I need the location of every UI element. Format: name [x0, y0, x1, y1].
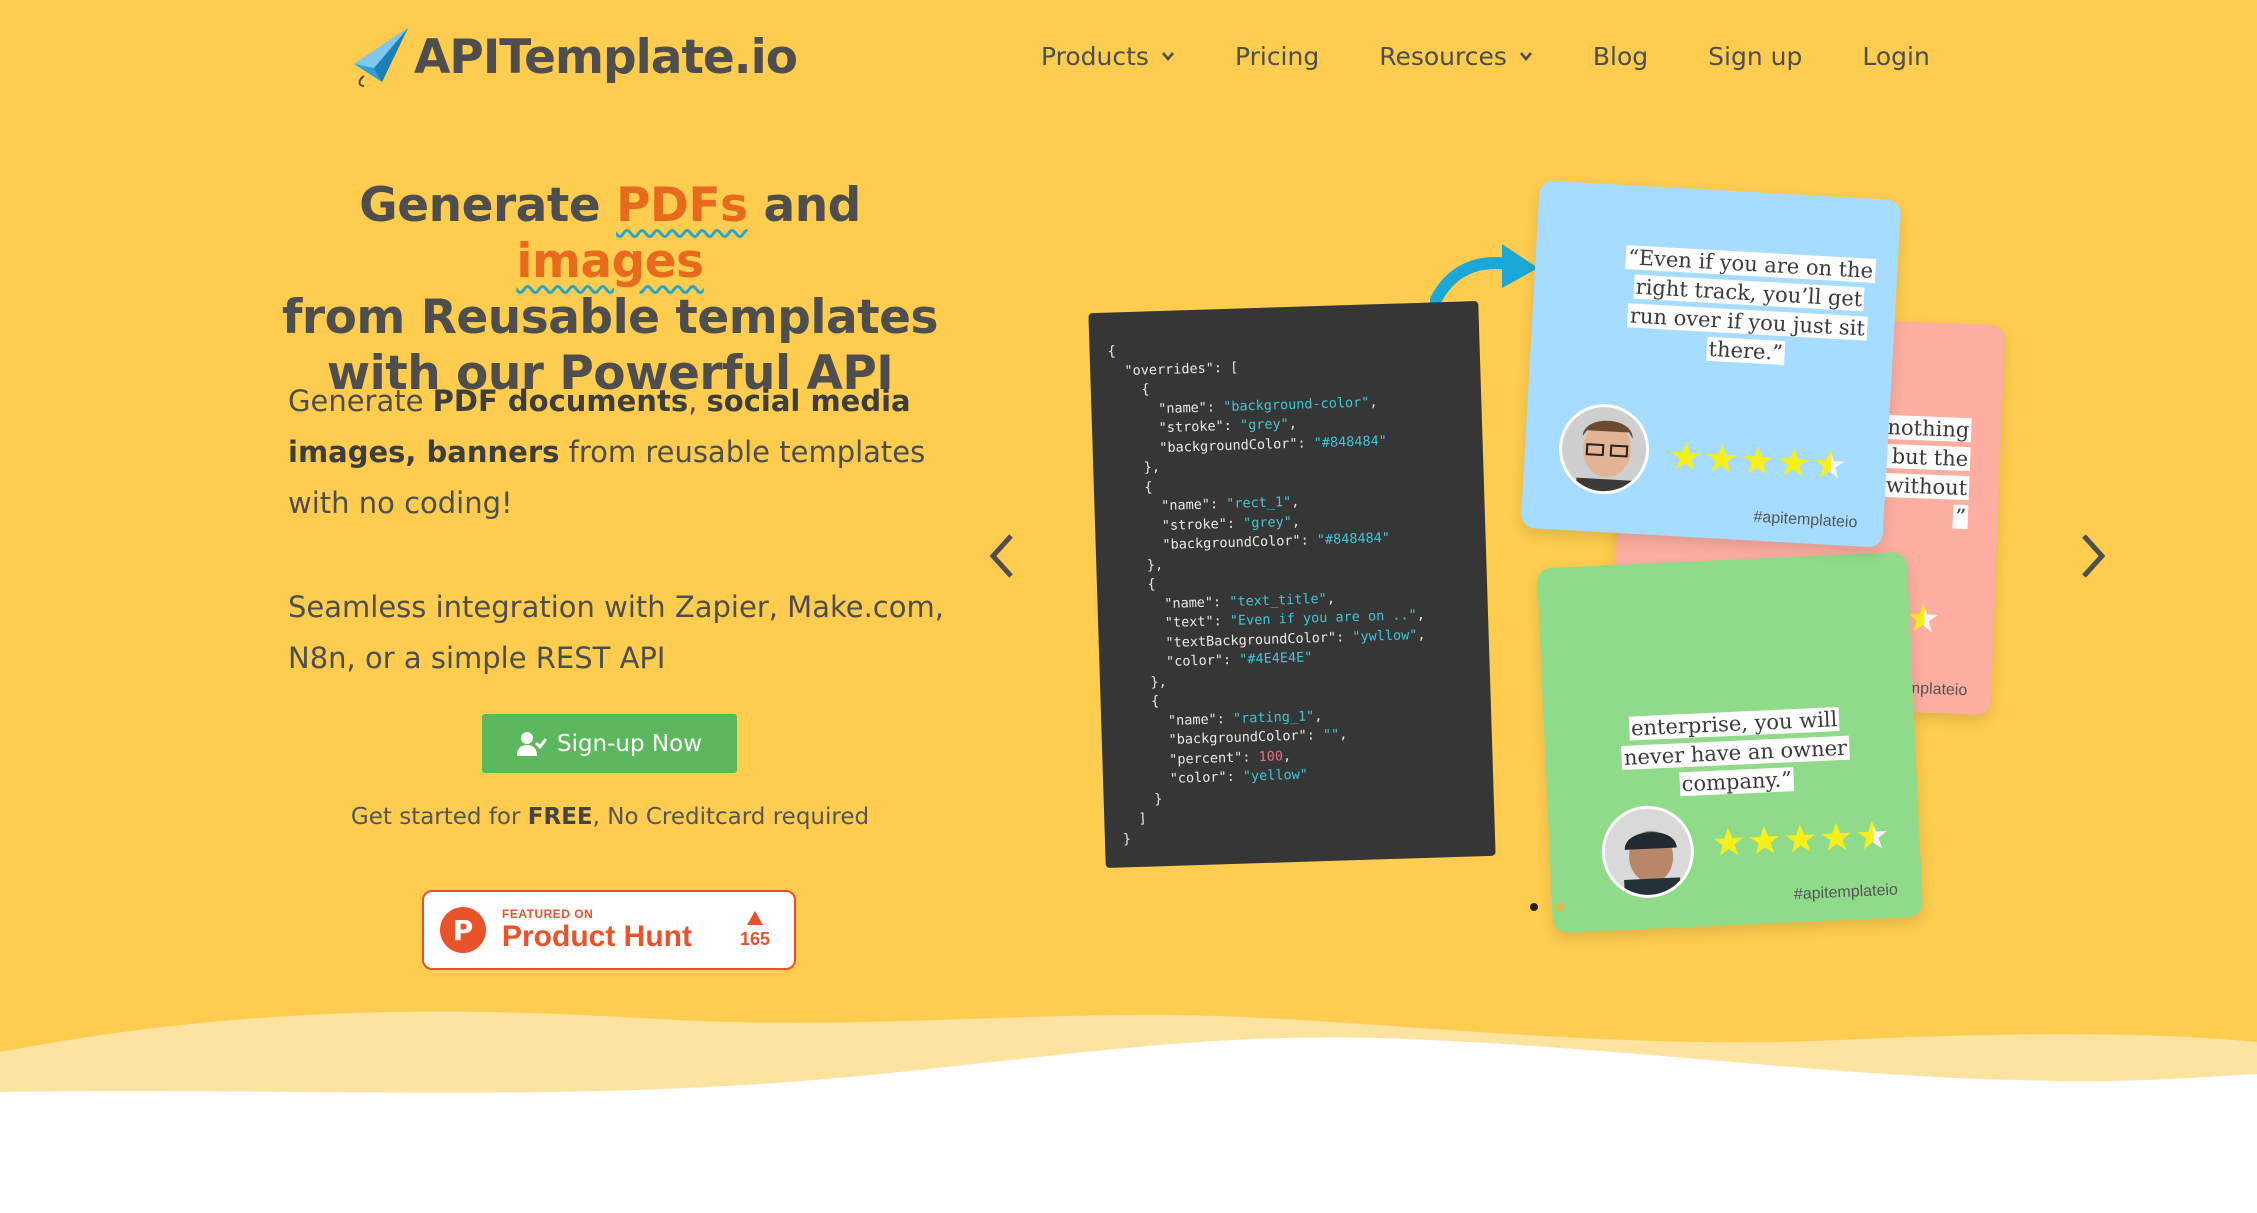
signup-now-label: Sign-up Now	[556, 730, 703, 757]
chevron-down-icon	[1161, 52, 1174, 62]
card-green-quote-line: enterprise, you will	[1628, 707, 1840, 741]
headline-text: Generate	[359, 178, 617, 233]
product-hunt-logo-icon: P	[440, 907, 486, 953]
star-icon	[1707, 444, 1737, 473]
desc-prefix: Generate	[288, 384, 433, 418]
nav-resources-label: Resources	[1379, 41, 1507, 71]
hero-section: APITemplate.io Products Pricing Resource…	[0, 0, 2257, 1213]
user-check-icon	[516, 731, 547, 756]
carousel-dot-active[interactable]	[1530, 903, 1538, 911]
nav-signup-label: Sign up	[1708, 41, 1803, 71]
curved-arrow-icon	[1430, 244, 1538, 308]
nav-signup[interactable]: Sign up	[1708, 42, 1802, 71]
carousel-dot[interactable]	[1556, 903, 1564, 911]
star-icon	[1857, 820, 1887, 850]
nav-products-label: Products	[1041, 41, 1149, 71]
nav-blog-label: Blog	[1592, 41, 1649, 71]
carousel-next-arrow[interactable]	[2072, 526, 2112, 586]
nav-login[interactable]: Login	[1862, 42, 1929, 71]
card-pink-quote-line: ”	[1952, 504, 1969, 530]
desc-comma: ,	[688, 384, 707, 418]
carousel-prev-arrow[interactable]	[983, 526, 1023, 586]
star-icon	[1908, 603, 1938, 633]
hero-description: Generate PDF documents, social media ima…	[288, 376, 948, 529]
star-icon	[1743, 446, 1773, 475]
testimonial-card-blue: “Even if you are on the right track, you…	[1520, 180, 1902, 548]
chevron-down-icon	[1519, 52, 1532, 62]
card-green-hashtag: #apitemplateio	[1793, 881, 1899, 904]
card-green-quote-line: company.”	[1679, 767, 1795, 797]
wave-divider	[0, 1011, 2257, 1120]
hero-integration-text: Seamless integration with Zapier, Make.c…	[288, 590, 944, 675]
star-icon	[1779, 448, 1809, 477]
logo-text: APITemplate.io	[414, 29, 798, 85]
card-green-quote-line: never have an owner	[1621, 735, 1850, 770]
star-icon	[1815, 450, 1845, 479]
signup-now-button[interactable]: Sign-up Now	[482, 714, 737, 773]
note-free: FREE	[527, 804, 593, 830]
star-icon	[1821, 822, 1851, 852]
rating-stars-green	[1711, 819, 1890, 859]
card-green-quote: enterprise, you will never have an owner c…	[1604, 704, 1868, 803]
product-hunt-badge[interactable]: P FEATURED ON Product Hunt 165	[422, 890, 796, 970]
card-blue-hashtag: #apitemplateio	[1752, 508, 1858, 532]
rating-stars-blue	[1668, 440, 1848, 482]
card-blue-quote-text: “Even if you are on the right track, you…	[1625, 245, 1876, 366]
nav-login-label: Login	[1862, 41, 1930, 71]
paper-plane-icon	[354, 28, 408, 87]
product-hunt-featured: FEATURED ON	[502, 907, 594, 921]
product-hunt-text: FEATURED ON Product Hunt	[502, 907, 692, 953]
signup-note: Get started for FREE, No Creditcard requ…	[300, 804, 920, 830]
product-hunt-vote-count: 165	[739, 928, 770, 949]
note-suffix: , No Creditcard required	[592, 804, 870, 830]
upvote-icon	[746, 910, 763, 925]
star-icon	[1785, 824, 1815, 853]
star-icon	[1713, 827, 1743, 856]
headline-and: and	[747, 178, 861, 233]
code-content: { "overrides": [ { "name": "background-c…	[1107, 332, 1477, 850]
nav-blog[interactable]: Blog	[1593, 42, 1648, 71]
note-prefix: Get started for	[350, 804, 528, 830]
avatar-man-glasses	[1556, 401, 1652, 497]
testimonial-card-green: enterprise, you will never have an owner c…	[1536, 551, 1924, 934]
headline-line-2: from Reusable templates	[281, 290, 939, 345]
star-icon	[1749, 825, 1779, 855]
product-hunt-name: Product Hunt	[502, 920, 692, 953]
nav-resources[interactable]: Resources	[1379, 42, 1533, 71]
product-hunt-votes: 165	[739, 910, 770, 950]
nav-pricing-label: Pricing	[1234, 41, 1320, 71]
json-code-panel: { "overrides": [ { "name": "background-c…	[1088, 301, 1496, 868]
avatar-man-cap	[1599, 803, 1696, 900]
main-nav: Products Pricing Resources Blog Sign up …	[1041, 36, 1930, 76]
nav-products[interactable]: Products	[1041, 42, 1175, 71]
card-blue-quote: “Even if you are on the right track, you…	[1620, 243, 1876, 373]
card-pink-quote-line: nothing	[1885, 414, 1972, 443]
hero-headline: Generate PDFs and images from Reusable t…	[260, 178, 960, 402]
nav-pricing[interactable]: Pricing	[1235, 42, 1319, 71]
site-logo[interactable]: APITemplate.io	[352, 24, 798, 90]
desc-bold-pdf: PDF documents	[432, 384, 689, 418]
headline-pdfs: PDFs	[616, 178, 748, 233]
headline-images: images	[516, 234, 704, 289]
star-icon	[1671, 442, 1701, 471]
